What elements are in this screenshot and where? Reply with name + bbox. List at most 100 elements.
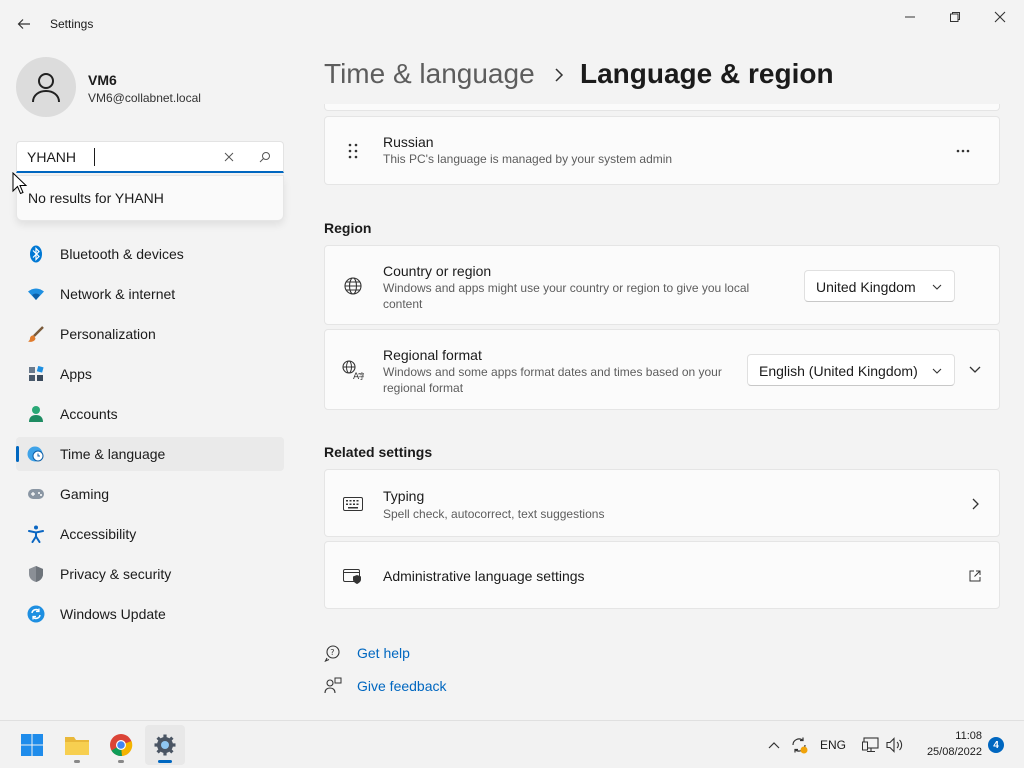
running-indicator: [74, 760, 80, 763]
typing-desc: Spell check, autocorrect, text suggestio…: [383, 507, 605, 521]
language-name: Russian: [383, 134, 434, 150]
help-chat-icon: ?: [324, 644, 342, 662]
clock-date[interactable]: 25/08/2022: [916, 746, 982, 758]
search-button[interactable]: [255, 148, 275, 166]
apps-icon: [26, 365, 46, 383]
wifi-icon: [26, 285, 46, 303]
minimize-button[interactable]: [893, 4, 927, 30]
shield-icon: [26, 565, 46, 583]
admin-settings-icon: [341, 564, 365, 588]
chevron-down-icon: [930, 364, 944, 378]
clock-time[interactable]: 11:08: [936, 730, 982, 742]
language-card-russian[interactable]: Russian This PC's language is managed by…: [324, 116, 1000, 185]
text-caret: [94, 148, 95, 166]
sidebar-item-gaming[interactable]: Gaming: [16, 477, 284, 511]
country-dropdown[interactable]: United Kingdom: [804, 270, 955, 302]
sidebar-item-privacy[interactable]: Privacy & security: [16, 557, 284, 591]
section-title-related: Related settings: [324, 444, 433, 460]
language-format-icon: A字: [341, 358, 365, 382]
chevron-down-icon: [930, 280, 944, 294]
search-icon: [259, 152, 270, 163]
drag-handle-icon[interactable]: [341, 139, 365, 163]
folder-icon: [65, 737, 89, 755]
sidebar-item-accounts[interactable]: Accounts: [16, 397, 284, 431]
chrome-button[interactable]: [101, 725, 141, 765]
minimize-icon: [905, 16, 915, 18]
notification-badge[interactable]: 4: [988, 737, 1004, 753]
globe-icon: [341, 274, 365, 298]
windows-logo-icon: [21, 734, 43, 756]
mouse-cursor-icon: [12, 171, 28, 196]
accessibility-icon: [26, 525, 46, 543]
sidebar-item-accessibility[interactable]: Accessibility: [16, 517, 284, 551]
bluetooth-icon: [26, 245, 46, 263]
close-icon: [994, 11, 1006, 23]
country-value: United Kingdom: [816, 279, 916, 295]
sidebar-item-network[interactable]: Network & internet: [16, 277, 284, 311]
active-indicator: [158, 760, 172, 763]
show-hidden-icons-button[interactable]: [764, 733, 784, 757]
start-button[interactable]: [12, 725, 52, 765]
user-email: VM6@collabnet.local: [88, 91, 201, 105]
admin-title: Administrative language settings: [383, 568, 585, 584]
language-note: This PC's language is managed by your sy…: [383, 152, 673, 166]
restore-button[interactable]: [938, 4, 972, 30]
network-tray-button[interactable]: [860, 733, 882, 757]
network-monitor-icon: [862, 737, 879, 753]
back-button[interactable]: [10, 10, 38, 38]
format-desc: Windows and some apps format dates and t…: [383, 365, 722, 395]
avatar[interactable]: [16, 57, 76, 117]
search-results-flyout: No results for YHANH: [16, 175, 284, 221]
selected-indicator: [16, 446, 19, 462]
feedback-icon: [324, 677, 342, 695]
more-options-icon[interactable]: [951, 139, 975, 163]
volume-tray-button[interactable]: [884, 733, 906, 757]
open-external-icon: [965, 566, 985, 586]
gamepad-icon: [26, 485, 46, 503]
volume-icon: [886, 737, 903, 753]
typing-title: Typing: [383, 488, 425, 504]
sync-status-button[interactable]: [788, 733, 810, 757]
brush-icon: [26, 325, 46, 343]
chrome-icon: [110, 734, 133, 757]
format-title: Regional format: [383, 347, 482, 363]
svg-text:?: ?: [330, 648, 334, 657]
country-region-card: Country or region Windows and apps might…: [324, 245, 1000, 325]
taskbar: ENG 11:08 25/08/2022 4: [0, 720, 1024, 768]
expand-chevron-icon[interactable]: [965, 360, 985, 380]
close-button[interactable]: [983, 4, 1017, 30]
user-icon: [32, 73, 60, 103]
running-indicator: [118, 760, 124, 763]
sync-warning-icon: [792, 737, 808, 754]
page-title: Language & region: [580, 58, 834, 89]
svg-text:字: 字: [358, 371, 364, 380]
format-value: English (United Kingdom): [759, 363, 918, 379]
sidebar-item-bluetooth[interactable]: Bluetooth & devices: [16, 237, 284, 271]
gear-icon: [154, 734, 176, 756]
app-title: Settings: [50, 17, 94, 31]
keyboard-icon: [341, 492, 365, 516]
update-icon: [26, 605, 46, 623]
search-input[interactable]: YHANH: [16, 141, 284, 173]
user-name: VM6: [88, 72, 117, 88]
sidebar-item-apps[interactable]: Apps: [16, 357, 284, 391]
country-title: Country or region: [383, 263, 492, 279]
chevron-right-icon: [550, 64, 568, 86]
sidebar-item-personalization[interactable]: Personalization: [16, 317, 284, 351]
regional-format-dropdown[interactable]: English (United Kingdom): [747, 354, 955, 386]
input-language-indicator[interactable]: ENG: [820, 738, 846, 752]
regional-format-card[interactable]: A字 Regional format Windows and some apps…: [324, 329, 1000, 410]
sidebar-item-windows-update[interactable]: Windows Update: [16, 597, 284, 631]
settings-app-button[interactable]: [145, 725, 185, 765]
clear-search-button[interactable]: [219, 148, 239, 166]
no-results-text: No results for YHANH: [28, 190, 164, 206]
typing-card[interactable]: Typing Spell check, autocorrect, text su…: [324, 469, 1000, 537]
restore-icon: [950, 12, 960, 22]
file-explorer-button[interactable]: [57, 725, 97, 765]
arrow-left-icon: [17, 19, 30, 29]
country-desc: Windows and apps might use your country …: [383, 281, 750, 311]
person-icon: [26, 405, 46, 423]
sidebar-item-time-language[interactable]: Time & language: [16, 437, 284, 471]
admin-language-card[interactable]: Administrative language settings: [324, 541, 1000, 609]
breadcrumb-parent[interactable]: Time & language: [324, 58, 535, 90]
